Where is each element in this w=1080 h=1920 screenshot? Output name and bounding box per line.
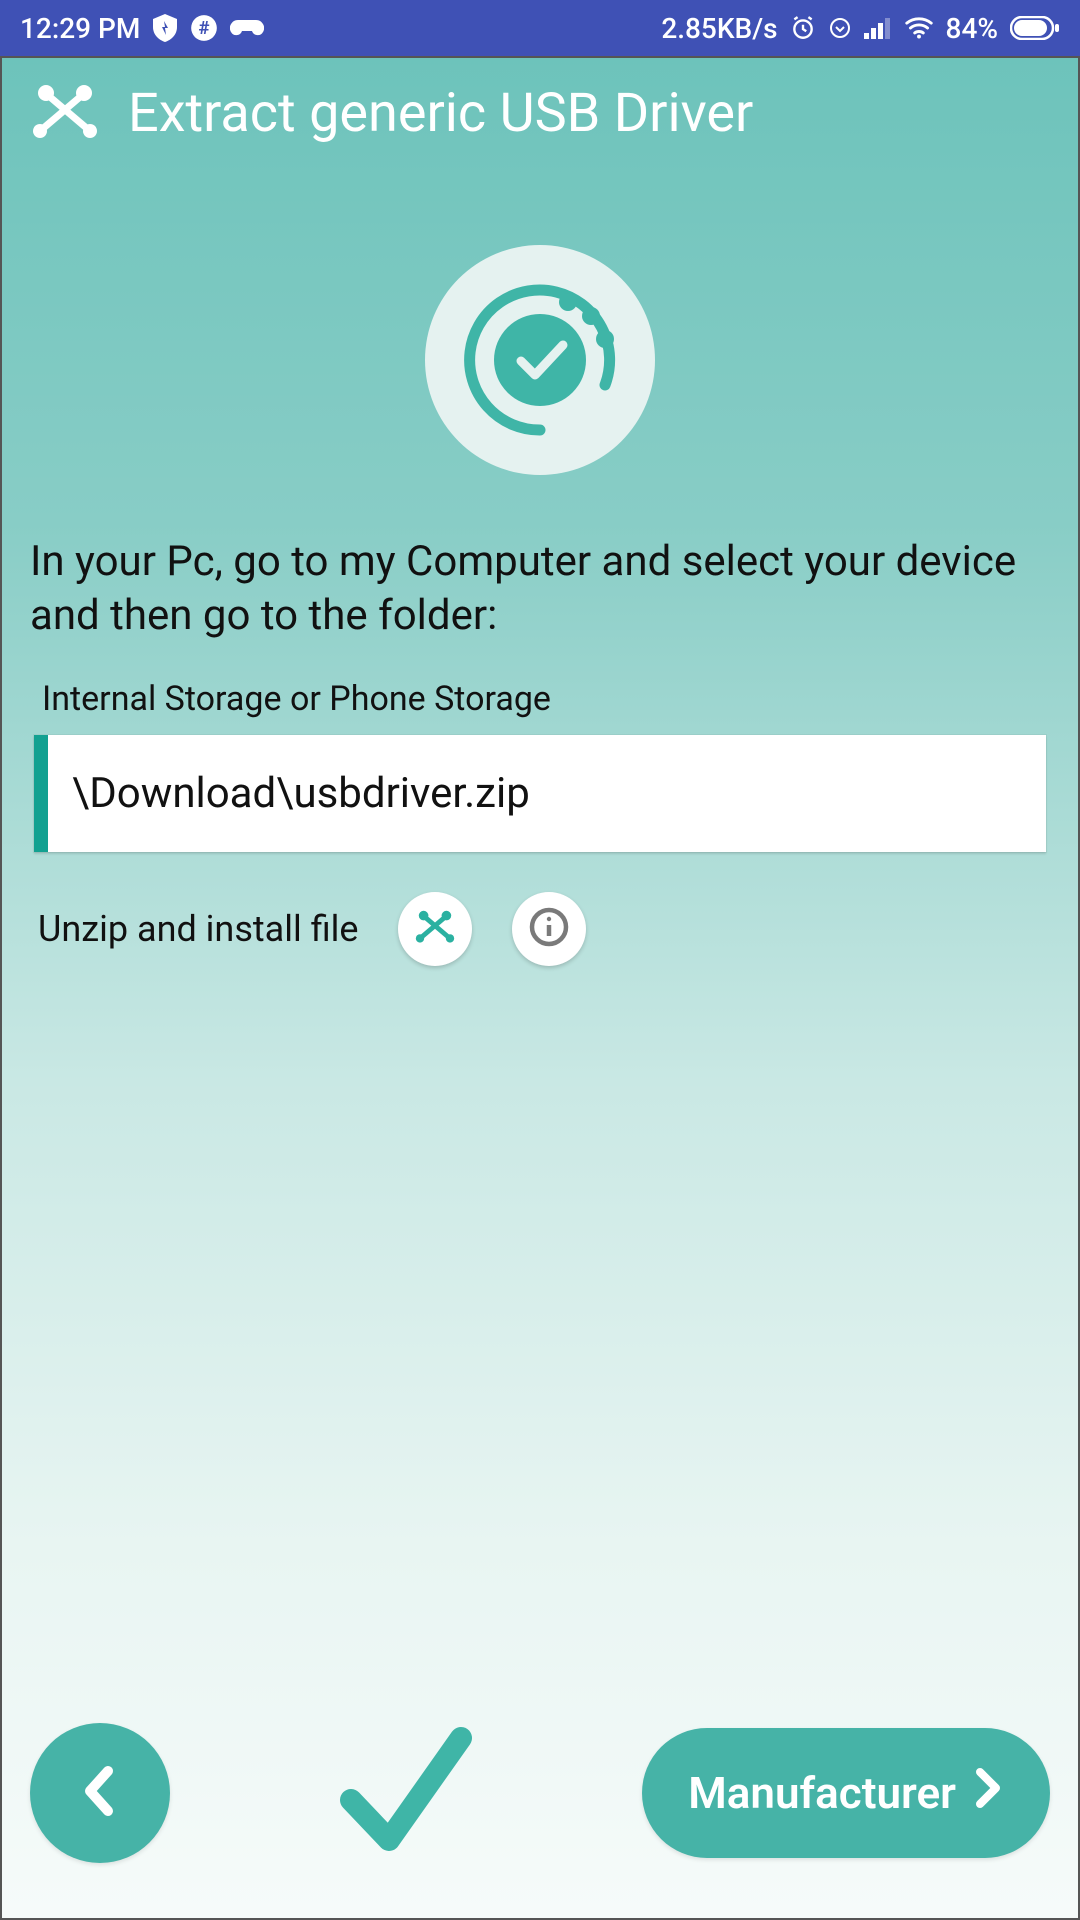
shield-icon [152, 14, 178, 42]
alarm-icon [790, 15, 816, 41]
step-complete-check-icon [170, 1708, 642, 1878]
signal-icon [864, 17, 892, 39]
info-icon [528, 906, 570, 952]
file-path-box: \Download\usbdriver.zip [34, 735, 1046, 852]
next-manufacturer-button[interactable]: Manufacturer [642, 1728, 1050, 1858]
status-net-speed: 2.85KB/s [661, 12, 777, 45]
title-bar: Extract generic USB Driver [2, 58, 1078, 145]
chevron-right-icon [972, 1766, 1004, 1821]
usb-arrows-icon [414, 909, 456, 949]
back-button[interactable] [30, 1723, 170, 1863]
unzip-instruction-label: Unzip and install file [38, 908, 358, 950]
svg-text:#: # [199, 17, 210, 39]
usb-arrows-icon [30, 83, 100, 145]
info-button[interactable] [512, 892, 586, 966]
file-path-text: \Download\usbdriver.zip [72, 769, 530, 818]
usb-action-button[interactable] [398, 892, 472, 966]
expand-icon [828, 16, 852, 40]
next-button-label: Manufacturer [688, 1767, 956, 1819]
chevron-left-icon [78, 1761, 122, 1825]
storage-location-label: Internal Storage or Phone Storage [2, 679, 1078, 719]
wifi-icon [904, 17, 934, 39]
app-content: Extract generic USB Driver In your Pc, g… [0, 56, 1080, 1920]
status-battery-pct: 84% [946, 12, 998, 45]
hash-badge-icon: # [190, 14, 218, 42]
page-title: Extract generic USB Driver [128, 82, 753, 145]
status-bar: 12:29 PM # 2.85KB/s [0, 0, 1080, 56]
status-time: 12:29 PM [20, 12, 140, 45]
battery-icon [1010, 16, 1060, 40]
hero-success-graphic [2, 245, 1078, 475]
game-controller-icon [230, 16, 264, 40]
instruction-text: In your Pc, go to my Computer and select… [2, 535, 1078, 643]
